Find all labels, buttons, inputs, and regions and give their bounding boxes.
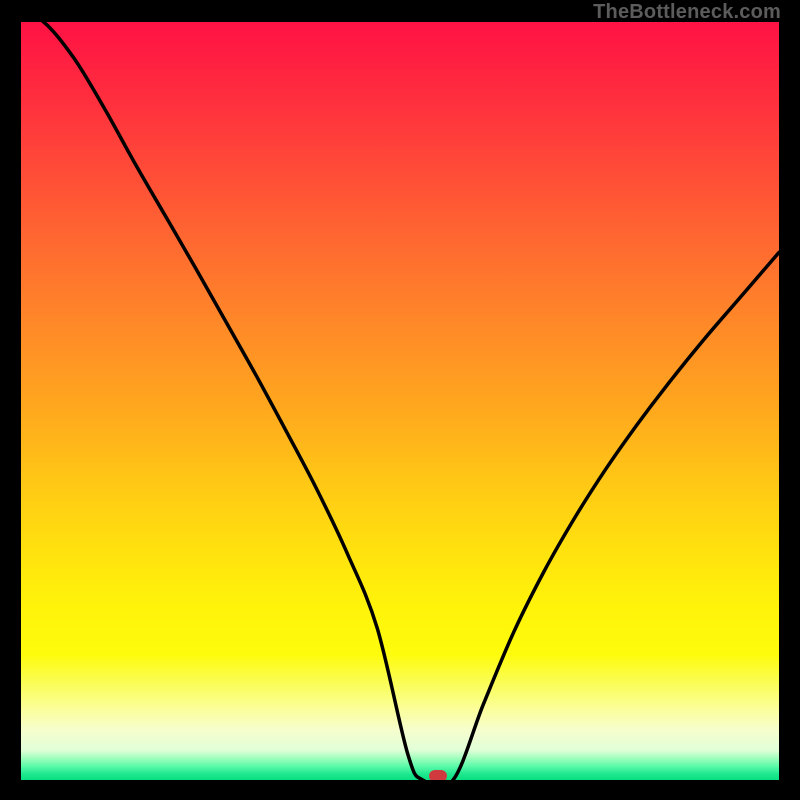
plot-area: [21, 22, 779, 780]
attribution-text: TheBottleneck.com: [593, 1, 781, 24]
chart-frame: TheBottleneck.com: [0, 0, 800, 800]
bottleneck-curve: [21, 22, 779, 780]
optimal-marker: [429, 770, 447, 780]
